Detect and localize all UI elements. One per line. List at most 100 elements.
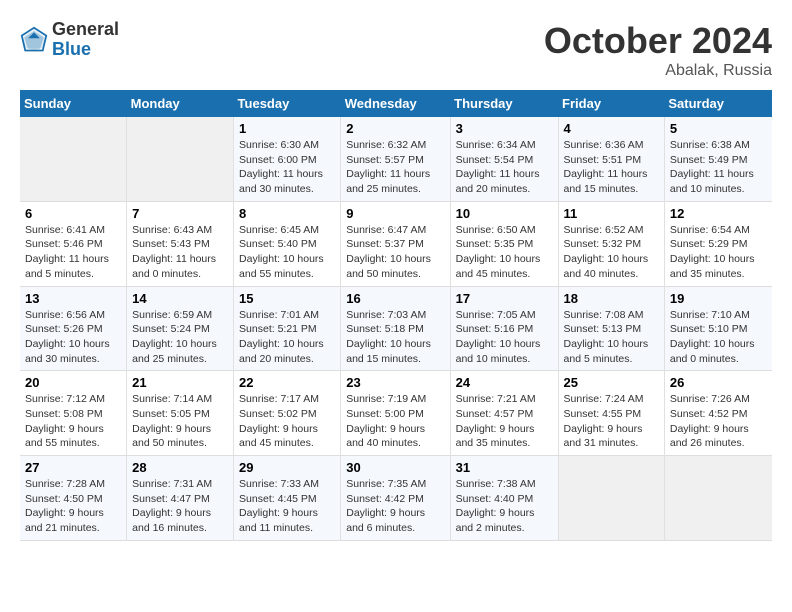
calendar-cell: 1 Sunrise: 6:30 AMSunset: 6:00 PMDaylight… (234, 117, 341, 201)
day-info: Sunrise: 6:32 AMSunset: 5:57 PMDaylight:… (346, 138, 444, 197)
weekday-header: Monday (127, 90, 234, 117)
page-header: General Blue October 2024 Abalak, Russia (20, 20, 772, 80)
day-info: Sunrise: 6:54 AMSunset: 5:29 PMDaylight:… (670, 223, 767, 282)
day-number: 7 (132, 206, 228, 221)
day-info: Sunrise: 7:21 AMSunset: 4:57 PMDaylight:… (456, 392, 553, 451)
calendar-cell: 3Sunrise: 6:34 AMSunset: 5:54 PMDaylight… (450, 117, 558, 201)
day-number: 11 (564, 206, 659, 221)
day-info: Sunrise: 7:05 AMSunset: 5:16 PMDaylight:… (456, 308, 553, 367)
day-number: 16 (346, 291, 444, 306)
day-number: 24 (456, 375, 553, 390)
calendar-cell: 19Sunrise: 7:10 AMSunset: 5:10 PMDayligh… (664, 286, 772, 371)
day-info: Sunrise: 6:43 AMSunset: 5:43 PMDaylight:… (132, 223, 228, 282)
calendar-cell: 14 Sunrise: 6:59 AMSunset: 5:24 PMDayligh… (127, 286, 234, 371)
calendar-cell: 11Sunrise: 6:52 AMSunset: 5:32 PMDayligh… (558, 201, 664, 286)
day-number: 4 (564, 121, 659, 136)
day-number: 13 (25, 291, 121, 306)
day-number: 31 (456, 460, 553, 475)
day-info: Sunrise: 6:50 AMSunset: 5:35 PMDaylight:… (456, 223, 553, 282)
day-number: 9 (346, 206, 444, 221)
day-info: Sunrise: 7:08 AMSunset: 5:13 PMDaylight:… (564, 308, 659, 367)
calendar-week-row: 1 Sunrise: 6:30 AMSunset: 6:00 PMDaylight… (20, 117, 772, 201)
day-number: 22 (239, 375, 335, 390)
calendar-cell: 7 Sunrise: 6:43 AMSunset: 5:43 PMDaylight… (127, 201, 234, 286)
day-number: 26 (670, 375, 767, 390)
calendar-cell (664, 456, 772, 541)
day-info: Sunrise: 7:26 AMSunset: 4:52 PMDaylight:… (670, 392, 767, 451)
weekday-header: Thursday (450, 90, 558, 117)
calendar-cell: 13 Sunrise: 6:56 AMSunset: 5:26 PMDayligh… (20, 286, 127, 371)
day-info: Sunrise: 6:30 AMSunset: 6:00 PMDaylight:… (239, 138, 335, 197)
day-number: 29 (239, 460, 335, 475)
calendar-week-row: 13 Sunrise: 6:56 AMSunset: 5:26 PMDayligh… (20, 286, 772, 371)
day-info: Sunrise: 7:28 AMSunset: 4:50 PMDaylight:… (25, 477, 121, 536)
month-title: October 2024 (544, 20, 772, 62)
day-info: Sunrise: 7:03 AMSunset: 5:18 PMDaylight:… (346, 308, 444, 367)
calendar-cell: 17 Sunrise: 7:05 AMSunset: 5:16 PMDayligh… (450, 286, 558, 371)
logo-text: General Blue (52, 20, 119, 60)
calendar-week-row: 6 Sunrise: 6:41 AMSunset: 5:46 PMDaylight… (20, 201, 772, 286)
day-info: Sunrise: 6:47 AMSunset: 5:37 PMDaylight:… (346, 223, 444, 282)
calendar-cell: 9 Sunrise: 6:47 AMSunset: 5:37 PMDaylight… (341, 201, 450, 286)
calendar-cell: 25 Sunrise: 7:24 AMSunset: 4:55 PMDayligh… (558, 371, 664, 456)
day-number: 25 (564, 375, 659, 390)
weekday-header: Saturday (664, 90, 772, 117)
day-info: Sunrise: 7:12 AMSunset: 5:08 PMDaylight:… (25, 392, 121, 451)
day-number: 17 (456, 291, 553, 306)
day-info: Sunrise: 6:56 AMSunset: 5:26 PMDaylight:… (25, 308, 121, 367)
day-number: 21 (132, 375, 228, 390)
calendar-cell: 31 Sunrise: 7:38 AMSunset: 4:40 PMDayligh… (450, 456, 558, 541)
calendar-week-row: 27Sunrise: 7:28 AMSunset: 4:50 PMDayligh… (20, 456, 772, 541)
calendar-cell: 2 Sunrise: 6:32 AMSunset: 5:57 PMDaylight… (341, 117, 450, 201)
weekday-header: Sunday (20, 90, 127, 117)
day-number: 1 (239, 121, 335, 136)
day-info: Sunrise: 7:24 AMSunset: 4:55 PMDaylight:… (564, 392, 659, 451)
calendar-cell: 12Sunrise: 6:54 AMSunset: 5:29 PMDayligh… (664, 201, 772, 286)
day-number: 23 (346, 375, 444, 390)
calendar-cell: 4Sunrise: 6:36 AMSunset: 5:51 PMDaylight… (558, 117, 664, 201)
day-info: Sunrise: 7:38 AMSunset: 4:40 PMDaylight:… (456, 477, 553, 536)
day-number: 6 (25, 206, 121, 221)
day-number: 30 (346, 460, 444, 475)
day-info: Sunrise: 6:41 AMSunset: 5:46 PMDaylight:… (25, 223, 121, 282)
day-number: 20 (25, 375, 121, 390)
day-number: 14 (132, 291, 228, 306)
calendar-cell: 28 Sunrise: 7:31 AMSunset: 4:47 PMDayligh… (127, 456, 234, 541)
logo-general: General (52, 20, 119, 40)
calendar-cell: 10 Sunrise: 6:50 AMSunset: 5:35 PMDayligh… (450, 201, 558, 286)
calendar-cell: 18 Sunrise: 7:08 AMSunset: 5:13 PMDayligh… (558, 286, 664, 371)
title-area: October 2024 Abalak, Russia (544, 20, 772, 80)
logo-icon (20, 26, 48, 54)
calendar-cell: 20 Sunrise: 7:12 AMSunset: 5:08 PMDayligh… (20, 371, 127, 456)
day-number: 8 (239, 206, 335, 221)
day-info: Sunrise: 7:31 AMSunset: 4:47 PMDaylight:… (132, 477, 228, 536)
calendar-cell: 16 Sunrise: 7:03 AMSunset: 5:18 PMDayligh… (341, 286, 450, 371)
calendar-table: SundayMondayTuesdayWednesdayThursdayFrid… (20, 90, 772, 541)
calendar-cell: 15Sunrise: 7:01 AMSunset: 5:21 PMDayligh… (234, 286, 341, 371)
day-info: Sunrise: 7:10 AMSunset: 5:10 PMDaylight:… (670, 308, 767, 367)
day-number: 2 (346, 121, 444, 136)
day-info: Sunrise: 6:45 AMSunset: 5:40 PMDaylight:… (239, 223, 335, 282)
day-info: Sunrise: 7:35 AMSunset: 4:42 PMDaylight:… (346, 477, 444, 536)
logo: General Blue (20, 20, 119, 60)
day-number: 5 (670, 121, 767, 136)
weekday-header-row: SundayMondayTuesdayWednesdayThursdayFrid… (20, 90, 772, 117)
day-number: 10 (456, 206, 553, 221)
location: Abalak, Russia (544, 62, 772, 80)
calendar-cell: 21Sunrise: 7:14 AMSunset: 5:05 PMDayligh… (127, 371, 234, 456)
day-info: Sunrise: 6:59 AMSunset: 5:24 PMDaylight:… (132, 308, 228, 367)
calendar-cell (127, 117, 234, 201)
calendar-cell: 22Sunrise: 7:17 AMSunset: 5:02 PMDayligh… (234, 371, 341, 456)
day-info: Sunrise: 7:33 AMSunset: 4:45 PMDaylight:… (239, 477, 335, 536)
weekday-header: Wednesday (341, 90, 450, 117)
day-info: Sunrise: 6:38 AMSunset: 5:49 PMDaylight:… (670, 138, 767, 197)
day-info: Sunrise: 7:19 AMSunset: 5:00 PMDaylight:… (346, 392, 444, 451)
day-number: 18 (564, 291, 659, 306)
calendar-cell: 8 Sunrise: 6:45 AMSunset: 5:40 PMDaylight… (234, 201, 341, 286)
day-info: Sunrise: 6:34 AMSunset: 5:54 PMDaylight:… (456, 138, 553, 197)
day-number: 15 (239, 291, 335, 306)
day-number: 28 (132, 460, 228, 475)
calendar-cell: 30 Sunrise: 7:35 AMSunset: 4:42 PMDayligh… (341, 456, 450, 541)
calendar-cell: 6 Sunrise: 6:41 AMSunset: 5:46 PMDaylight… (20, 201, 127, 286)
calendar-week-row: 20 Sunrise: 7:12 AMSunset: 5:08 PMDayligh… (20, 371, 772, 456)
